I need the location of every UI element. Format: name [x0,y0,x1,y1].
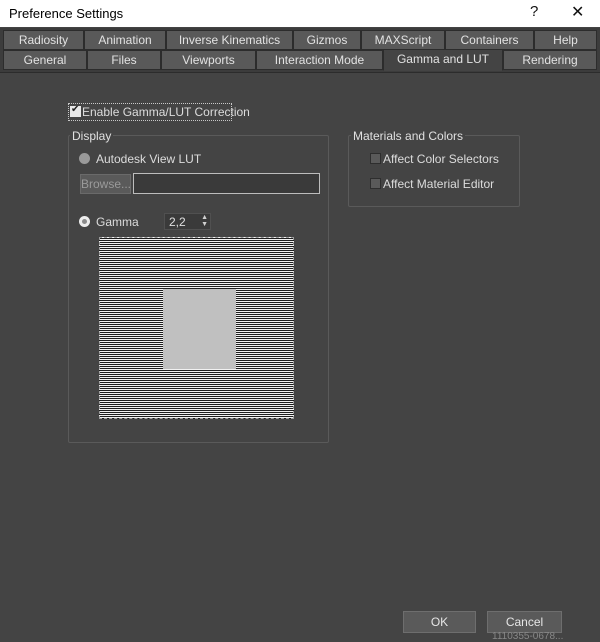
spinner-arrows-icon[interactable]: ▲ ▼ [201,214,208,228]
tab-containers[interactable]: Containers [445,30,534,50]
materials-group-title: Materials and Colors [351,129,466,143]
gamma-value[interactable]: 2,2 [169,215,186,229]
gamma-spinner[interactable]: 2,2 ▲ ▼ [164,213,211,230]
autodesk-lut-label[interactable]: Autodesk View LUT [96,152,201,166]
title-bar: Preference Settings ? ✕ [0,0,600,27]
display-group-title: Display [70,129,114,143]
close-icon[interactable]: ✕ [571,2,584,22]
affect-material-editor-label[interactable]: Affect Material Editor [383,177,494,191]
tab-general[interactable]: General [3,50,87,70]
autodesk-lut-radio[interactable] [79,153,90,164]
tab-viewports[interactable]: Viewports [161,50,256,70]
gamma-radio[interactable] [79,216,90,227]
tab-strip: Radiosity Animation Inverse Kinematics G… [0,28,600,72]
window-title: Preference Settings [9,6,124,21]
tab-inverse-kinematics[interactable]: Inverse Kinematics [166,30,293,50]
status-text: 1110355-0678... [492,631,564,642]
help-icon[interactable]: ? [530,3,538,20]
browse-button[interactable]: Browse... [80,174,131,194]
tab-rendering[interactable]: Rendering [503,50,597,70]
materials-group [348,135,520,207]
tab-interaction-mode[interactable]: Interaction Mode [256,50,383,70]
gamma-label[interactable]: Gamma [96,215,139,229]
tab-maxscript[interactable]: MAXScript [361,30,445,50]
tab-help[interactable]: Help [534,30,597,50]
gamma-preview [99,237,294,419]
affect-color-selectors-checkbox[interactable] [370,153,381,164]
gamma-preview-swatch [163,289,236,369]
tab-gizmos[interactable]: Gizmos [293,30,361,50]
affect-material-editor-checkbox[interactable] [370,178,381,189]
tab-radiosity[interactable]: Radiosity [3,30,84,50]
tab-gamma-and-lut[interactable]: Gamma and LUT [383,49,503,71]
tab-animation[interactable]: Animation [84,30,166,50]
cancel-button[interactable]: Cancel [487,611,562,633]
enable-gamma-label[interactable]: Enable Gamma/LUT Correction [82,105,250,119]
tab-files[interactable]: Files [87,50,161,70]
ok-button[interactable]: OK [403,611,476,633]
enable-gamma-checkbox[interactable] [70,104,81,117]
lut-path-input[interactable] [133,173,320,194]
affect-color-selectors-label[interactable]: Affect Color Selectors [383,152,499,166]
